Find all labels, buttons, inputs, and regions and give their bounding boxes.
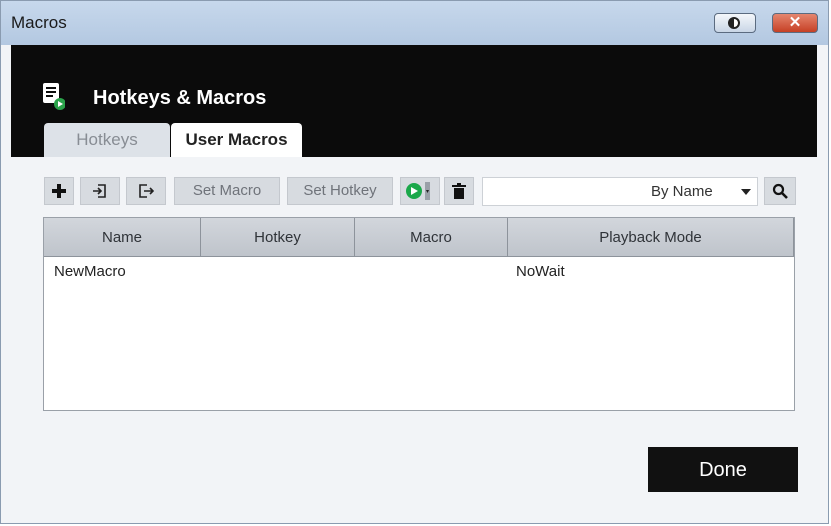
table-row[interactable]: NewMacro NoWait — [44, 259, 794, 285]
plus-icon — [52, 184, 66, 198]
toolbar: Set Macro Set Hotkey By Name — [44, 177, 796, 207]
import-icon — [93, 184, 106, 198]
magnifier-icon — [772, 183, 788, 199]
sort-dropdown-value: By Name — [651, 183, 713, 200]
tab-hotkeys[interactable]: Hotkeys — [44, 123, 170, 157]
macros-window: Macros ✕ Hotkeys & Macros Hotkeys User M… — [0, 0, 829, 524]
column-header-macro[interactable]: Macro — [355, 218, 508, 257]
contrast-button[interactable] — [714, 13, 756, 33]
search-input[interactable] — [485, 180, 639, 205]
export-icon — [139, 184, 154, 198]
set-macro-button[interactable]: Set Macro — [174, 177, 280, 205]
macro-document-icon — [43, 83, 65, 110]
import-button[interactable] — [80, 177, 120, 205]
cell-playback-mode: NoWait — [516, 263, 565, 280]
window-title: Macros — [11, 13, 67, 32]
delete-button[interactable] — [444, 177, 474, 205]
add-button[interactable] — [44, 177, 74, 205]
search-button[interactable] — [764, 177, 796, 205]
contrast-icon — [728, 17, 740, 29]
macros-table: Name Hotkey Macro Playback Mode NewMacro… — [43, 217, 795, 411]
header-banner: Hotkeys & Macros Hotkeys User Macros — [11, 45, 817, 157]
chevron-down-icon — [741, 189, 751, 195]
close-button[interactable]: ✕ — [772, 13, 818, 33]
cell-name: NewMacro — [54, 263, 126, 280]
tab-user-macros[interactable]: User Macros — [171, 123, 302, 157]
column-header-name[interactable]: Name — [44, 218, 201, 257]
column-header-hotkey[interactable]: Hotkey — [201, 218, 355, 257]
done-button[interactable]: Done — [648, 447, 798, 492]
close-icon: ✕ — [788, 14, 802, 31]
page-title: Hotkeys & Macros — [93, 87, 267, 109]
search-box: By Name — [482, 177, 758, 206]
trash-icon — [452, 183, 466, 199]
play-icon — [406, 182, 430, 200]
set-hotkey-button[interactable]: Set Hotkey — [287, 177, 393, 205]
table-header: Name Hotkey Macro Playback Mode — [44, 218, 794, 257]
play-button[interactable] — [400, 177, 440, 205]
column-header-playback-mode[interactable]: Playback Mode — [508, 218, 794, 257]
export-button[interactable] — [126, 177, 166, 205]
sort-dropdown[interactable]: By Name — [651, 178, 757, 205]
title-bar[interactable]: Macros ✕ — [1, 1, 828, 45]
